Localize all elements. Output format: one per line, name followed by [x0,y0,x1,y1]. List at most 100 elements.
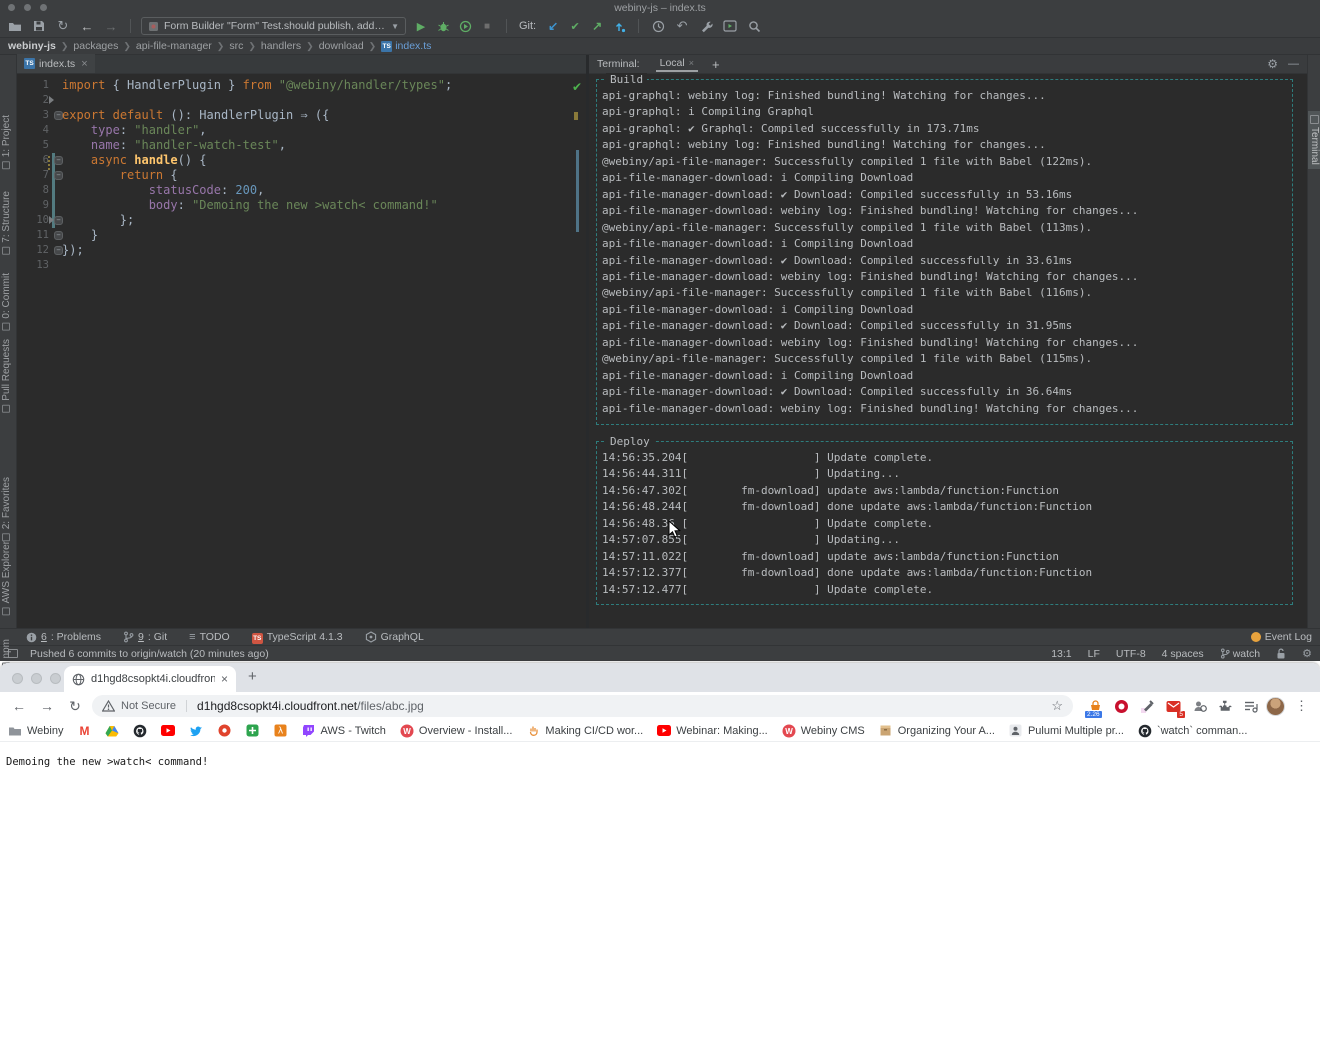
code-line[interactable] [62,258,586,273]
bottom-bar-typescript-4-1-3[interactable]: TSTypeScript 4.1.3 [252,631,343,644]
sync-icon[interactable]: ↻ [54,17,72,35]
save-all-icon[interactable] [30,17,48,35]
bookmark-item[interactable] [161,724,175,738]
bookmark-item[interactable]: Pulumi Multiple pr... [1009,724,1124,738]
git-cherry-pick-icon[interactable] [610,17,628,35]
back-icon[interactable]: ← [78,17,96,35]
bookmark-item[interactable] [245,724,259,738]
bookmark-item[interactable]: AWS - Twitch [301,724,385,738]
bookmark-item[interactable] [189,724,203,738]
breadcrumb-item-webiny-js[interactable]: webiny-js [8,40,56,52]
new-tab-button[interactable]: + [248,668,257,685]
git-commit-icon[interactable]: ✔ [566,17,584,35]
minimize-window-icon[interactable] [31,673,42,684]
highlighting-level-icon[interactable]: ⚙ [1302,647,1312,660]
minimize-panel-icon[interactable]: — [1288,58,1299,70]
caret-position[interactable]: 13:1 [1051,648,1071,660]
code-line[interactable]: name: "handler-watch-test", [62,138,586,153]
stop-icon[interactable]: ■ [478,17,496,35]
run-anything-icon[interactable] [721,17,739,35]
tool-strip-1-project[interactable]: 1: Project [1,115,12,169]
line-ending[interactable]: LF [1088,648,1100,660]
run-icon[interactable]: ▶ [412,17,430,35]
bookmark-item[interactable]: WOverview - Install... [400,724,513,738]
breadcrumb-item-download[interactable]: download [319,40,364,52]
file-encoding[interactable]: UTF-8 [1116,648,1146,660]
code-line[interactable]: }; [62,213,586,228]
browser-window-controls[interactable] [12,673,61,684]
unlock-icon[interactable] [1276,648,1286,660]
code-line[interactable]: body: "Demoing the new >watch< command!" [62,198,586,213]
breadcrumb-item-api-file-manager[interactable]: api-file-manager [136,40,212,52]
forward-icon[interactable]: → [102,17,120,35]
bottom-bar-graphql[interactable]: GraphQL [365,631,424,643]
terminal-tab-local[interactable]: Local × [656,57,698,71]
bottom-bar--git[interactable]: 9: Git [123,631,167,643]
terminal-settings-icon[interactable]: ⚙ [1267,57,1278,71]
bookmark-item[interactable]: `watch` comman... [1138,724,1247,738]
code-line[interactable]: statusCode: 200, [62,183,586,198]
close-terminal-tab-icon[interactable]: × [689,58,694,68]
url-text[interactable]: d1hgd8csopkt4i.cloudfront.net/files/abc.… [197,699,424,713]
search-icon[interactable] [745,17,763,35]
bookmark-item[interactable]: λ [273,724,287,738]
coverage-icon[interactable] [456,17,474,35]
bookmark-item[interactable]: Organizing Your A... [879,724,995,738]
bookmark-item[interactable]: M [77,724,91,738]
bookmark-star-icon[interactable]: ☆ [1051,698,1063,714]
history-icon[interactable] [649,17,667,35]
tool-strip-aws-explorer[interactable]: AWS Explorer [1,541,12,615]
indent-setting[interactable]: 4 spaces [1162,648,1204,660]
code-line[interactable]: async handle() { [62,153,586,168]
reload-icon[interactable]: ↻ [64,698,86,715]
bookmark-item[interactable]: Webinar: Making... [657,724,768,738]
not-secure-label[interactable]: Not Secure [121,700,176,712]
mail-extension-icon[interactable]: 5 [1165,698,1182,715]
fold-arrow-icon[interactable] [49,96,54,104]
browser-tab[interactable]: d1hgd8csopkt4i.cloudfront.net × [64,666,236,692]
tool-strip-0-commit[interactable]: 0: Commit [1,273,12,331]
terminal-body[interactable]: Build api-graphql: webiny log: Finished … [589,74,1307,628]
zoom-window-icon[interactable] [40,4,47,11]
close-tab-icon[interactable]: × [221,672,228,686]
breadcrumb-item-file[interactable]: TSindex.ts [381,40,431,52]
bookmark-item[interactable]: Making CI/CD wor... [526,724,643,738]
bookmark-item[interactable]: WWebiny CMS [782,724,865,738]
close-window-icon[interactable] [12,673,23,684]
tool-strip-7-structure[interactable]: 7: Structure [1,191,12,255]
debug-icon[interactable] [434,17,452,35]
code-line[interactable]: import { HandlerPlugin } from "@webiny/h… [62,78,586,93]
address-bar[interactable]: Not Secure d1hgd8csopkt4i.cloudfront.net… [92,695,1073,717]
tool-strip-pull-requests[interactable]: Pull Requests [1,339,12,413]
color-picker-extension-icon[interactable] [1139,698,1156,715]
code-line[interactable]: } [62,228,586,243]
bookmark-item[interactable] [217,724,231,738]
breadcrumb-item-src[interactable]: src [229,40,243,52]
code-line[interactable] [62,93,586,108]
run-configuration-select[interactable]: Form Builder "Form" Test.should publish,… [141,17,406,35]
code-line[interactable]: export default (): HandlerPlugin ⇒ ({ [62,108,586,123]
bottom-bar--problems[interactable]: 6: Problems [26,631,101,643]
git-branch-widget[interactable]: watch [1220,648,1260,660]
browser-menu-icon[interactable]: ⋮ [1295,698,1308,714]
new-terminal-button[interactable]: + [712,57,720,72]
open-project-icon[interactable] [6,17,24,35]
playlist-extension-icon[interactable] [1243,698,1260,715]
close-window-icon[interactable] [8,4,15,11]
code-editor[interactable]: 12345678910111213−−−−−− import { Handler… [17,74,586,628]
git-update-icon[interactable]: ↙ [544,17,562,35]
tool-strip-terminal[interactable]: Terminal [1308,111,1320,169]
tool-strip-2-favorites[interactable]: 2: Favorites [1,477,12,541]
bookmark-item[interactable] [133,724,147,738]
session-extension-icon[interactable] [1191,698,1208,715]
breadcrumb-item-handlers[interactable]: handlers [261,40,301,52]
wrench-icon[interactable] [697,17,715,35]
close-tab-icon[interactable]: × [81,58,87,70]
event-log-button[interactable]: Event Log [1251,631,1312,643]
window-controls[interactable] [8,4,47,11]
puzzle-extensions-icon[interactable] [1217,698,1234,715]
bookmark-item[interactable]: Webiny [8,724,63,738]
zoom-window-icon[interactable] [50,673,61,684]
editor-tab-index-ts[interactable]: TS index.ts × [17,54,95,73]
aws-cost-extension-icon[interactable]: 2.26 [1087,698,1104,715]
